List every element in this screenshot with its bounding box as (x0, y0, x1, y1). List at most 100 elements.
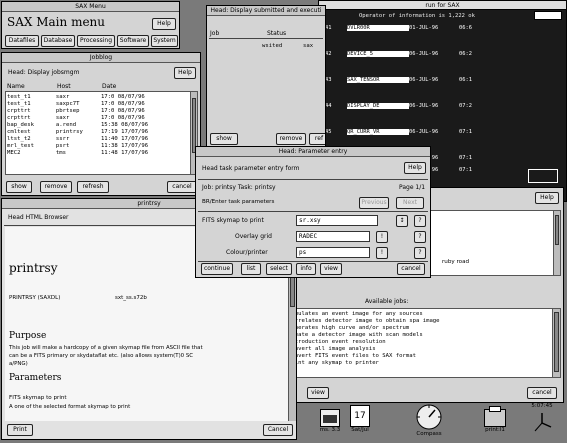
jobs-window: Jobblog Head: Display jobsmgm Help Name … (1, 52, 201, 196)
table-row[interactable]: test_t1 saxr 17:0 08/07/96 (7, 94, 189, 101)
jobs-show-button[interactable]: show (6, 181, 32, 193)
table-row[interactable]: cmltest printrsy 17:19 17/07/96 (7, 129, 189, 136)
dock-mail[interactable]: ms. 3.3 (317, 407, 343, 441)
display-refresh-button[interactable]: ref (309, 133, 325, 145)
html-meta-right: sxt_ss.s72b (115, 295, 147, 301)
row-object: DEVICE_5 (347, 51, 409, 57)
task-description: Convert all image analysis (288, 346, 376, 352)
param-view-button[interactable]: view (320, 263, 342, 275)
param-title-bar[interactable]: Head: Parameter entry (196, 147, 430, 157)
tasks-help-scrollbar[interactable] (553, 211, 560, 275)
menu-datafiles[interactable]: Datafiles (5, 35, 39, 47)
param-info-button[interactable]: info (296, 263, 316, 275)
display-remove-button[interactable]: remove (276, 133, 306, 145)
table-row[interactable]: crpttrt pbrtsep 17:0 08/07/96 (7, 108, 189, 115)
terminal-title-bar[interactable]: run for SAX (319, 1, 566, 10)
param-field-1-list-button[interactable]: ↕ (396, 215, 408, 227)
jobs-list[interactable]: test_t1 saxr 17:0 08/07/96 test_t1 saxpc7T 17… (5, 91, 198, 175)
tasks-help-button[interactable]: Help (535, 192, 559, 204)
tasks-help-scroll-thumb[interactable] (555, 215, 559, 245)
param-next-button[interactable]: Next (396, 197, 424, 209)
param-field-1-help-button[interactable]: ? (414, 215, 426, 227)
job-date: 11:48 17/07/96 (100, 150, 149, 156)
menu-processing[interactable]: Processing (77, 35, 115, 47)
param-continue-button[interactable]: continue (201, 263, 233, 275)
terminal-badge (534, 11, 562, 20)
job-date: 17:0 08/07/96 (100, 108, 145, 114)
html-meta-left: PRINTRSY (SAXDL) (9, 295, 61, 301)
table-row[interactable]: bap_desk a.rend 15:38 08/07/96 (7, 122, 189, 129)
param-title: Head: Parameter entry (278, 148, 348, 155)
menu-software[interactable]: Software (117, 35, 149, 47)
param-divider-2 (198, 211, 428, 212)
param-field-3-input[interactable]: ps (296, 247, 370, 258)
job-date: 11:38 17/07/96 (100, 143, 149, 149)
menu-system[interactable]: System (151, 35, 178, 47)
jobs-title-bar[interactable]: Jobblog (2, 53, 200, 63)
param-help-button[interactable]: Help (404, 162, 426, 174)
job-host: saxpc7T (55, 101, 80, 107)
dock-mail-label: ms. 3.3 (319, 427, 341, 433)
jobs-scroll-thumb[interactable] (192, 98, 196, 153)
html-print-button[interactable]: Print (7, 424, 33, 436)
param-field-3-default-button[interactable]: ! (376, 247, 388, 259)
row-date: 06-JUL-96 (409, 103, 439, 109)
tasks-job-scrollbar[interactable] (552, 309, 560, 377)
param-field-1-input[interactable]: sr.xsy (296, 215, 378, 226)
param-field-3-label: Colour/printer (226, 249, 268, 256)
job-date: 15:38 08/07/96 (100, 122, 149, 128)
param-field-2-input[interactable]: RADEC (296, 231, 370, 242)
row-time: 07:1 (459, 167, 472, 173)
job-host: ssrr (55, 136, 70, 142)
html-cancel-button[interactable]: Cancel (263, 424, 293, 436)
row-time: 07:1 (459, 129, 472, 135)
job-host: pbrtsep (55, 108, 80, 114)
dock-clock[interactable]: 5:07:45 (520, 403, 564, 441)
param-previous-button[interactable]: Previous (359, 197, 389, 209)
sax-menu-help-button[interactable]: Help (152, 18, 176, 30)
display-show-button[interactable]: show (210, 133, 238, 145)
row-object: SAX_TENSOR (347, 77, 409, 83)
terminal-title: run for SAX (425, 2, 460, 9)
param-field-3-help-button[interactable]: ? (414, 247, 426, 259)
dock-compass[interactable]: Compass (412, 403, 446, 441)
menu-database[interactable]: Database (41, 35, 75, 47)
sax-menu-window: SAX Menu SAX Main menu Help Datafiles Da… (1, 1, 180, 49)
jobs-remove-button[interactable]: remove (40, 181, 72, 193)
jobs-col-host: Host (57, 83, 71, 90)
param-header: Head task parameter entry form (202, 165, 300, 172)
dock-compass-label: Compass (416, 431, 442, 437)
sax-menu-title-bar[interactable]: SAX Menu (2, 2, 179, 12)
job-name: crpttrt (7, 108, 31, 114)
param-entry-window: Head: Parameter entry Head task paramete… (195, 146, 431, 278)
display-title: Head: Display submitted and executi (210, 7, 322, 14)
table-row[interactable]: mrl_test psrt 11:38 17/07/96 (7, 143, 189, 150)
tasks-cancel-button[interactable]: cancel (527, 387, 557, 399)
tasks-view-button[interactable]: view (307, 387, 329, 399)
param-list-button[interactable]: list (241, 263, 261, 275)
dock-calendar[interactable]: 17 Sat/Jul (346, 405, 374, 441)
jobs-cancel-button[interactable]: cancel (167, 181, 197, 193)
param-select-button[interactable]: select (266, 263, 292, 275)
task-description: Create a detector image with scan models (288, 332, 423, 338)
param-cancel-button[interactable]: cancel (397, 263, 425, 275)
tasks-job-scroll-thumb[interactable] (554, 312, 559, 372)
param-field-2-help-button[interactable]: ? (414, 231, 426, 243)
html-purpose-line-2: can be a FITS primary or skydataflat etc… (9, 353, 194, 359)
terminal-row: 41 DVLR00R 01-JUL-96 06:6 (325, 25, 560, 51)
param-field-2-default-button[interactable]: ! (376, 231, 388, 243)
row-date: 06-JUL-96 (409, 77, 439, 83)
html-purpose-line-1: This job will make a hardcopy of a given… (9, 345, 203, 351)
table-row[interactable]: test_t1 saxpc7T 17:0 08/07/96 (7, 101, 189, 108)
dock-printer[interactable]: print:l1 (480, 406, 510, 441)
table-row[interactable]: ltst_t2 ssrr 11:40 17/07/96 (7, 136, 189, 143)
terminal-scroll-box[interactable] (528, 169, 558, 183)
display-title-bar[interactable]: Head: Display submitted and executi (207, 6, 325, 16)
jobs-help-button[interactable]: Help (174, 67, 196, 79)
table-row[interactable]: MEC2 tms 11:48 17/07/96 (7, 150, 189, 157)
table-row[interactable]: crpttrt saxr 17:0 08/07/96 (7, 115, 189, 122)
mail-icon (320, 409, 340, 427)
row-date: 01-JUL-96 (409, 25, 439, 31)
jobs-refresh-button[interactable]: refresh (77, 181, 109, 193)
display-col-status: Status (267, 30, 287, 37)
